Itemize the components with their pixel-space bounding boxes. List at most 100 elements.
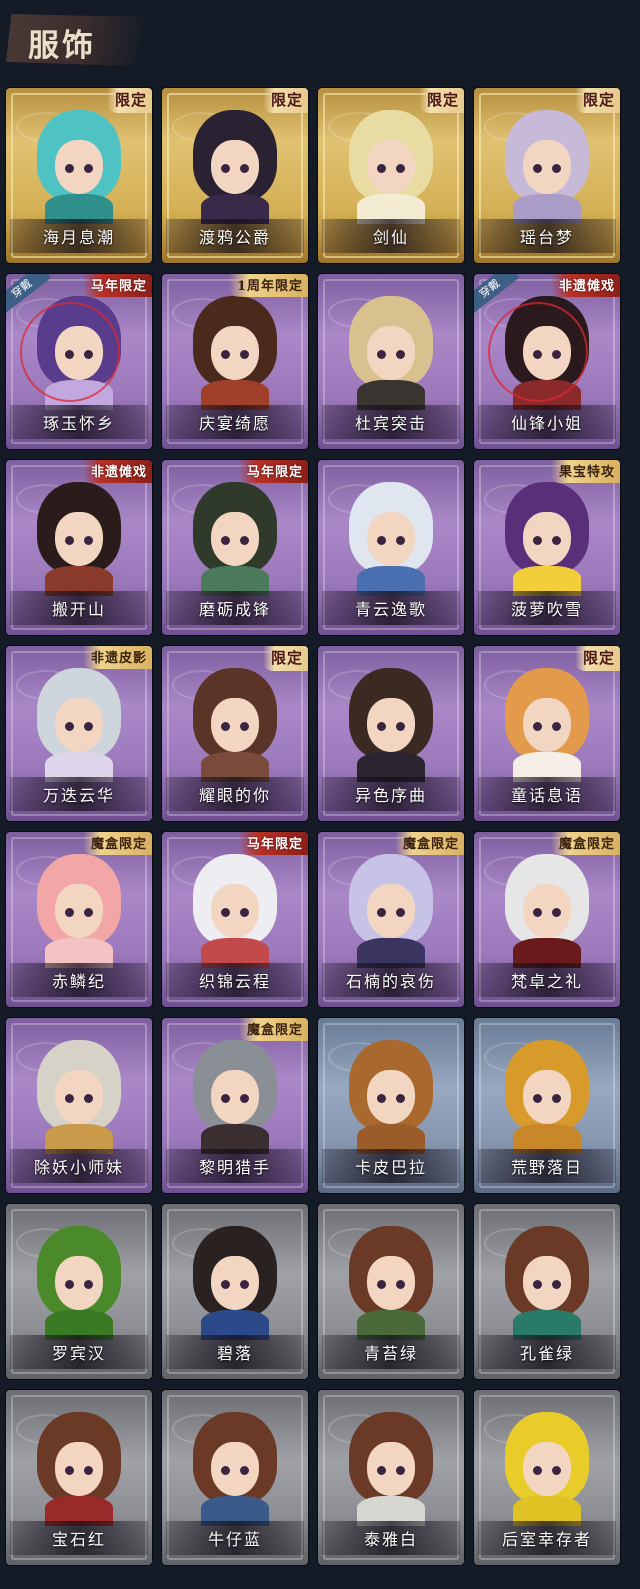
outfit-card[interactable]: 泰雅白 [318, 1390, 464, 1565]
outfit-card[interactable]: 限定 剑仙 [318, 88, 464, 263]
name-bar: 渡鸦公爵 [166, 219, 304, 253]
limited-tag: 限定 [574, 646, 620, 671]
outfit-name: 青云逸歌 [354, 600, 427, 619]
limited-tag: 限定 [106, 88, 152, 113]
character-portrait [187, 854, 283, 968]
limited-tag: 马年限定 [82, 274, 152, 297]
character-portrait [343, 1412, 439, 1526]
name-bar: 异色序曲 [322, 777, 460, 811]
outfit-name: 牛仔蓝 [207, 1530, 262, 1549]
portrait-eye [65, 908, 74, 917]
limited-tag: 非遗皮影 [82, 646, 152, 669]
portrait-face [523, 512, 571, 566]
name-bar: 菠萝吹雪 [478, 591, 616, 625]
outfit-card[interactable]: 魔盒限定 赤鳞纪 [6, 832, 152, 1007]
outfit-card[interactable]: 荒野落日 [474, 1018, 620, 1193]
portrait-eye [84, 1094, 93, 1103]
outfit-name: 菠萝吹雪 [510, 600, 583, 619]
name-bar: 梵卓之礼 [478, 963, 616, 997]
name-bar: 牛仔蓝 [166, 1521, 304, 1555]
outfit-name: 孔雀绿 [519, 1344, 574, 1363]
outfit-name: 庆宴绮愿 [198, 414, 271, 433]
outfit-card[interactable]: 魔盒限定 梵卓之礼 [474, 832, 620, 1007]
portrait-face [211, 512, 259, 566]
limited-tag: 魔盒限定 [394, 832, 464, 855]
character-portrait [187, 1040, 283, 1154]
portrait-face [523, 698, 571, 752]
outfit-card[interactable]: 穿戴 非遗傩戏 仙锋小姐 [474, 274, 620, 449]
outfit-name: 琢玉怀乡 [42, 414, 115, 433]
name-bar: 后室幸存者 [478, 1521, 616, 1555]
name-bar: 庆宴绮愿 [166, 405, 304, 439]
outfit-card[interactable]: 限定 渡鸦公爵 [162, 88, 308, 263]
outfit-name: 泰雅白 [363, 1530, 418, 1549]
outfit-card[interactable]: 碧落 [162, 1204, 308, 1379]
limited-tag: 非遗傩戏 [550, 274, 620, 297]
portrait-face [367, 512, 415, 566]
outfit-card[interactable]: 限定瑶台梦 [474, 88, 620, 263]
portrait-eye [533, 1280, 542, 1289]
outfit-name: 异色序曲 [354, 786, 427, 805]
outfit-name: 荒野落日 [510, 1158, 583, 1177]
outfit-card[interactable]: 后室幸存者 [474, 1390, 620, 1565]
header: 服饰 [0, 0, 640, 86]
character-portrait [187, 296, 283, 410]
character-portrait [187, 1412, 283, 1526]
outfit-card[interactable]: 除妖小师妹 [6, 1018, 152, 1193]
portrait-eye [396, 908, 405, 917]
portrait-eye [84, 908, 93, 917]
outfit-card[interactable]: 穿戴 马年限定 琢玉怀乡 [6, 274, 152, 449]
portrait-eye [396, 1280, 405, 1289]
portrait-face [211, 1070, 259, 1124]
portrait-eye [84, 722, 93, 731]
character-portrait [187, 1226, 283, 1340]
outfit-card[interactable]: 马年限定 磨砺成锋 [162, 460, 308, 635]
equipped-ring [20, 302, 120, 402]
outfit-card[interactable]: 限定 童话息语 [474, 646, 620, 821]
outfit-card[interactable]: 马年限定 织锦云程 [162, 832, 308, 1007]
outfit-card[interactable]: 卡皮巴拉 [318, 1018, 464, 1193]
portrait-eye [221, 1094, 230, 1103]
outfit-card[interactable]: 限定 耀眼的你 [162, 646, 308, 821]
outfit-card[interactable]: 非遗皮影 万迭云华 [6, 646, 152, 821]
portrait-eye [533, 1466, 542, 1475]
limited-tag: 1周年限定 [228, 274, 308, 297]
outfit-card[interactable]: 罗宾汉 [6, 1204, 152, 1379]
limited-tag: 限定 [574, 88, 620, 113]
portrait-eye [533, 1094, 542, 1103]
limited-tag: 魔盒限定 [82, 832, 152, 855]
character-portrait [343, 1226, 439, 1340]
name-bar: 剑仙 [322, 219, 460, 253]
outfit-card[interactable]: 宝石红 [6, 1390, 152, 1565]
portrait-face [367, 1256, 415, 1310]
outfit-card[interactable]: 非遗傩戏 搬开山 [6, 460, 152, 635]
character-portrait [343, 668, 439, 782]
outfit-card[interactable]: 杜宾突击 [318, 274, 464, 449]
outfit-card[interactable]: 青云逸歌 [318, 460, 464, 635]
portrait-eye [552, 1466, 561, 1475]
character-portrait [31, 1226, 127, 1340]
character-portrait [343, 110, 439, 224]
name-bar: 杜宾突击 [322, 405, 460, 439]
portrait-eye [396, 164, 405, 173]
portrait-eye [84, 536, 93, 545]
outfit-card[interactable]: 孔雀绿 [474, 1204, 620, 1379]
outfit-card[interactable]: 果宝特攻 菠萝吹雪 [474, 460, 620, 635]
portrait-eye [221, 1466, 230, 1475]
portrait-eye [396, 722, 405, 731]
portrait-eye [240, 1280, 249, 1289]
outfit-card[interactable]: 异色序曲 [318, 646, 464, 821]
character-portrait [499, 668, 595, 782]
outfit-card[interactable]: 1周年限定庆宴绮愿 [162, 274, 308, 449]
outfit-card[interactable]: 青苔绿 [318, 1204, 464, 1379]
outfit-card[interactable]: 魔盒限定 石楠的哀伤 [318, 832, 464, 1007]
outfit-card[interactable]: 魔盒限定 黎明猎手 [162, 1018, 308, 1193]
outfit-card[interactable]: 限定 海月息潮 [6, 88, 152, 263]
portrait-face [55, 1070, 103, 1124]
portrait-eye [221, 536, 230, 545]
outfit-name: 后室幸存者 [501, 1530, 592, 1549]
outfit-name: 瑶台梦 [519, 228, 574, 247]
outfit-card[interactable]: 牛仔蓝 [162, 1390, 308, 1565]
portrait-face [523, 1256, 571, 1310]
portrait-eye [396, 350, 405, 359]
